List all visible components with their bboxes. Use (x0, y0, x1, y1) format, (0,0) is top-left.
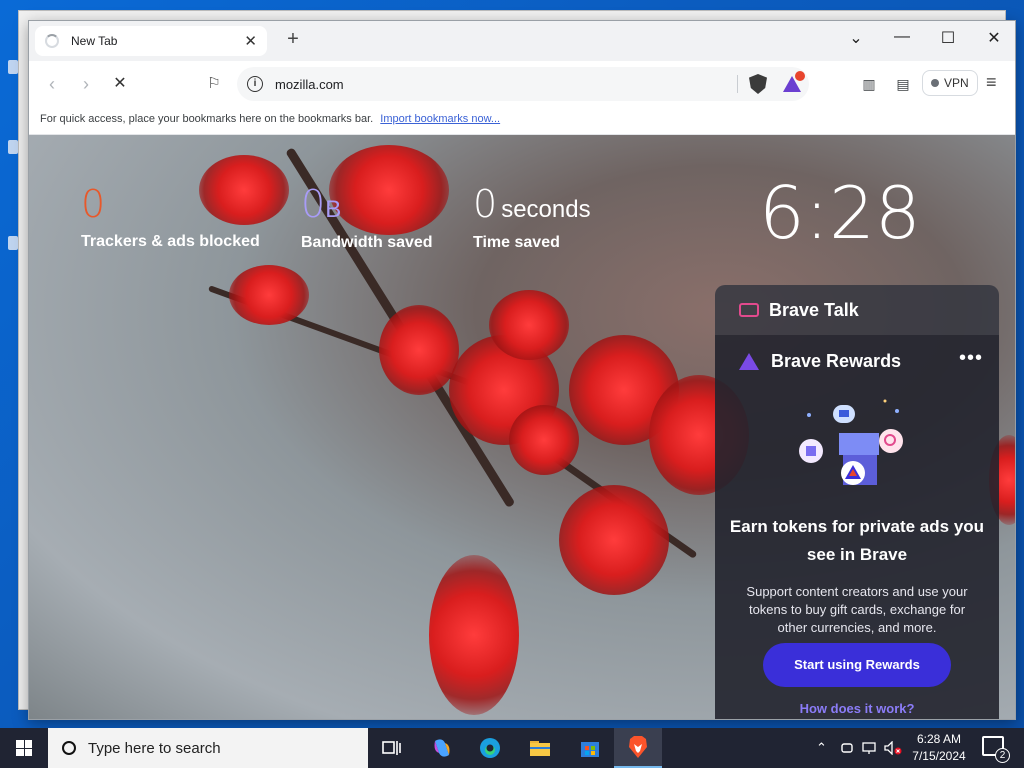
new-tab-page: 0 Trackers & ads blocked 0B Bandwidth sa… (29, 135, 1015, 719)
time-saved-label: Time saved (473, 234, 560, 251)
forward-button[interactable]: › (75, 73, 97, 95)
blossom (429, 555, 519, 715)
address-bar[interactable]: i (237, 67, 809, 101)
video-camera-icon (739, 303, 759, 317)
trackers-count: 0 (81, 182, 106, 226)
divider (737, 75, 738, 93)
start-using-rewards-button[interactable]: Start using Rewards (763, 643, 951, 687)
taskbar-search-placeholder: Type here to search (88, 739, 221, 757)
tab-new-tab[interactable]: New Tab ✕ (35, 26, 267, 56)
folder-icon (530, 741, 550, 756)
rewards-description: Support content creators and use your to… (746, 584, 968, 635)
meet-now-button[interactable] (840, 728, 854, 768)
maximize-button[interactable]: ☐ (933, 28, 963, 48)
back-button[interactable]: ‹ (41, 73, 63, 95)
taskbar-clock[interactable]: 6:28 AM 7/15/2024 (908, 731, 970, 765)
start-button[interactable] (0, 728, 48, 768)
copilot-button[interactable] (418, 728, 466, 768)
task-view-button[interactable] (368, 728, 416, 768)
close-window-button[interactable]: ✕ (979, 28, 1009, 48)
wallet-icon[interactable]: ▤ (893, 74, 913, 94)
volume-muted-icon (884, 741, 902, 755)
loading-spinner-icon (45, 34, 59, 48)
brave-rewards-logo-icon (739, 353, 759, 370)
new-tab-button[interactable]: + (281, 28, 305, 51)
blossom (559, 485, 669, 595)
taskbar-search-box[interactable]: Type here to search (48, 728, 368, 768)
taskbar-date: 7/15/2024 (912, 749, 966, 763)
chevron-up-icon: ⌃ (816, 740, 827, 755)
network-icon (862, 742, 876, 754)
tab-title: New Tab (71, 34, 118, 48)
vpn-label: VPN (944, 76, 969, 90)
site-info-icon[interactable]: i (247, 76, 263, 92)
brave-lion-icon (629, 736, 647, 758)
brave-talk-title: Brave Talk (769, 299, 859, 320)
rewards-illustration-icon (799, 399, 903, 485)
bookmarks-bar-message: For quick access, place your bookmarks h… (40, 113, 374, 125)
blossom (509, 405, 579, 475)
browser-window: New Tab ✕ + ⌄ — ☐ ✕ ‹ › ✕ ⚐ i ▥ ▤ VPN ≡ … (28, 20, 1016, 720)
desktop-icon[interactable] (8, 60, 18, 74)
url-input[interactable] (275, 74, 725, 94)
trackers-label: Trackers & ads blocked (81, 233, 260, 250)
file-explorer-button[interactable] (516, 728, 564, 768)
search-icon (59, 738, 79, 758)
brave-shields-icon[interactable] (749, 74, 767, 94)
rewards-notification-badge (795, 71, 805, 81)
taskbar-time: 6:28 AM (916, 732, 962, 746)
toolbar: ‹ › ✕ ⚐ i ▥ ▤ VPN ≡ (29, 61, 1015, 107)
blossom (489, 290, 569, 360)
sidebar-icon[interactable]: ▥ (859, 74, 879, 94)
network-button[interactable] (862, 728, 878, 768)
bandwidth-value: 0 (301, 182, 326, 226)
stat-bandwidth: 0B Bandwidth saved (301, 185, 433, 252)
volume-button[interactable] (884, 728, 902, 768)
bandwidth-label: Bandwidth saved (301, 234, 433, 251)
vpn-status-icon (931, 79, 939, 87)
store-icon (581, 742, 599, 757)
menu-icon[interactable]: ≡ (986, 72, 997, 93)
taskbar: Type here to search ⌃ 6:28 AM 7/15/2024 … (0, 728, 1024, 768)
blossom (229, 265, 309, 325)
notification-count: 2 (995, 748, 1010, 763)
show-hidden-icons-button[interactable]: ⌃ (816, 728, 827, 768)
edge-button[interactable] (466, 728, 514, 768)
camera-tray-icon (841, 743, 853, 753)
brave-talk-widget[interactable]: Brave Talk (715, 285, 999, 335)
microsoft-store-button[interactable] (566, 728, 614, 768)
edge-icon (480, 738, 500, 758)
desktop-icon[interactable] (8, 140, 18, 154)
rewards-header: Brave Rewards (715, 335, 999, 372)
bandwidth-unit: B (325, 196, 342, 223)
new-tab-clock: 6:28 (759, 171, 921, 255)
windows-logo-icon (16, 740, 32, 756)
rewards-heading: Earn tokens for private ads you see in B… (729, 517, 985, 564)
close-tab-icon[interactable]: ✕ (244, 34, 257, 49)
rewards-title: Brave Rewards (771, 351, 902, 371)
notification-center-icon[interactable]: 2 (982, 736, 1010, 763)
blossom (379, 305, 459, 395)
import-bookmarks-link[interactable]: Import bookmarks now... (380, 113, 500, 125)
vpn-button[interactable]: VPN (922, 70, 978, 96)
stop-loading-button[interactable]: ✕ (109, 73, 131, 95)
task-view-icon (382, 741, 401, 755)
brave-taskbar-button[interactable] (614, 728, 662, 768)
time-saved-value: 0 (473, 182, 498, 226)
stat-time: 0 seconds Time saved (473, 185, 591, 252)
copilot-icon (434, 739, 450, 757)
bookmarks-bar: For quick access, place your bookmarks h… (29, 107, 1015, 135)
tab-search-chevron-icon[interactable]: ⌄ (841, 28, 871, 48)
time-saved-unit: seconds (501, 196, 591, 223)
minimize-button[interactable]: — (887, 28, 917, 46)
more-options-icon[interactable]: ••• (959, 347, 983, 370)
brave-rewards-widget: Brave Rewards ••• Earn tokens for privat… (715, 335, 999, 719)
bookmark-icon[interactable]: ⚐ (203, 73, 225, 95)
title-bar: New Tab ✕ + ⌄ — ☐ ✕ (29, 21, 1015, 61)
stat-trackers: 0 Trackers & ads blocked (81, 185, 260, 251)
desktop-icon[interactable] (8, 236, 18, 250)
how-does-it-work-link[interactable]: How does it work? (715, 701, 999, 716)
